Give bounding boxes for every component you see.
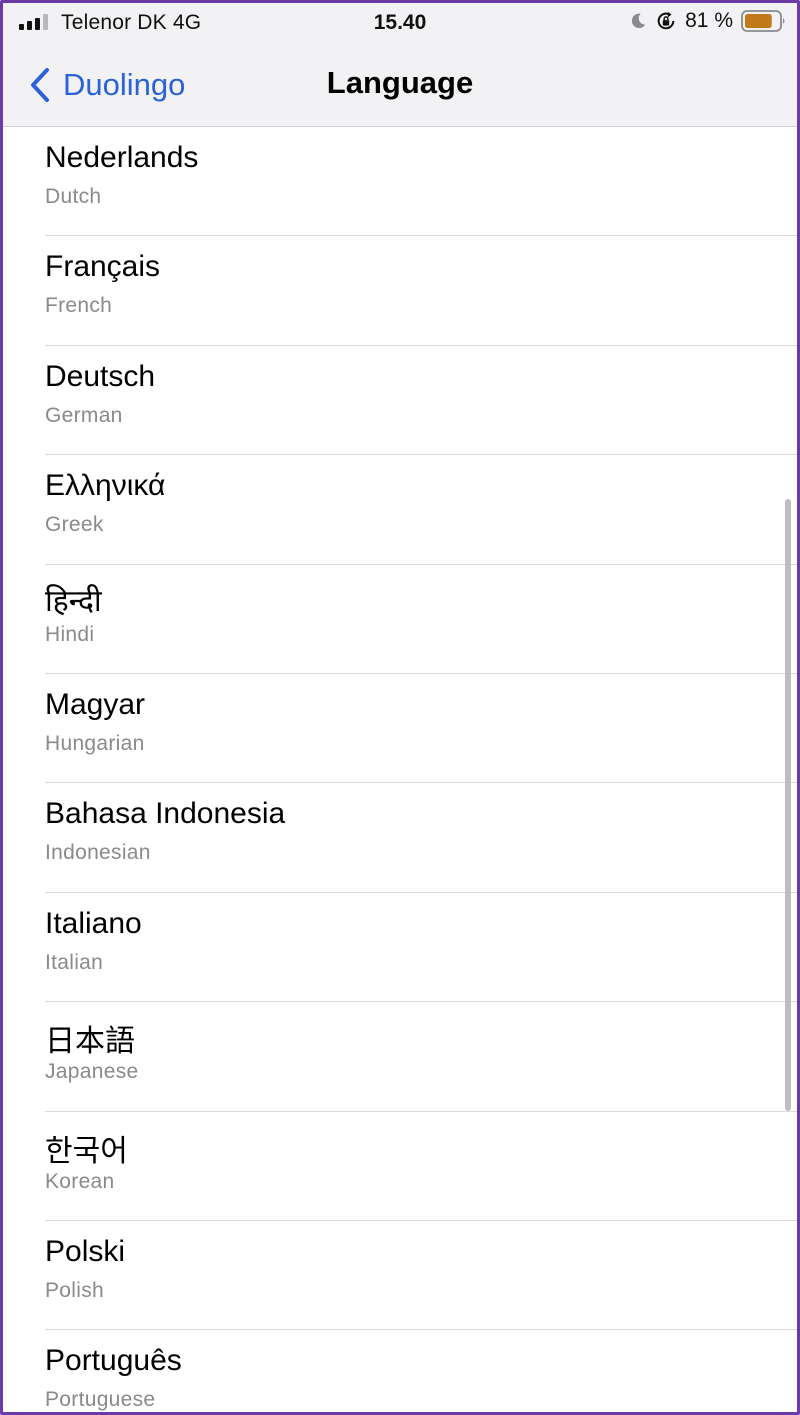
moon-icon	[632, 13, 646, 29]
status-bar: Telenor DK 4G 15.40 81 %	[3, 3, 797, 43]
language-row-content: Português Portuguese	[45, 1330, 797, 1412]
language-english-name: Korean	[45, 1169, 115, 1193]
language-english-name: Hungarian	[45, 731, 145, 755]
language-row[interactable]: Français French	[3, 236, 797, 346]
language-row[interactable]: Polski Polish	[3, 1221, 797, 1331]
language-native-name: Italiano	[45, 906, 142, 940]
language-native-name: Ελληνικά	[45, 469, 166, 503]
language-native-name: 日本語	[45, 1025, 135, 1059]
language-english-name: German	[45, 403, 123, 427]
language-row[interactable]: 한국어 Korean	[3, 1112, 797, 1221]
language-native-name: Bahasa Indonesia	[45, 797, 286, 831]
language-row-content: Français French	[45, 236, 797, 346]
language-row-content: Polski Polish	[45, 1221, 797, 1331]
language-row[interactable]: 日本語 Japanese	[3, 1002, 797, 1112]
language-row[interactable]: Deutsch German	[3, 346, 797, 456]
scroll-indicator[interactable]	[785, 499, 791, 1111]
language-english-name: Japanese	[45, 1060, 139, 1084]
language-native-name: Nederlands	[45, 141, 199, 174]
language-row[interactable]: हिन्दी Hindi	[3, 565, 797, 674]
language-row[interactable]: Magyar Hungarian	[3, 674, 797, 784]
language-english-name: Polish	[45, 1278, 104, 1302]
language-row[interactable]: Português Portuguese	[3, 1330, 797, 1412]
phone-screen: Telenor DK 4G 15.40 81 % Duolingo Langua…	[0, 0, 800, 1415]
language-row-content: Nederlands Dutch	[45, 127, 797, 237]
language-native-name: हिन्दी	[45, 584, 102, 618]
language-english-name: Indonesian	[45, 841, 151, 865]
language-native-name: Français	[45, 250, 161, 284]
language-english-name: Portuguese	[45, 1388, 156, 1412]
page-title: Language	[326, 65, 474, 100]
language-native-name: Magyar	[45, 687, 146, 721]
battery-icon	[741, 10, 785, 32]
language-row[interactable]: Ελληνικά Greek	[3, 455, 797, 565]
language-native-name: 한국어	[45, 1134, 128, 1168]
language-row[interactable]: Bahasa Indonesia Indonesian	[3, 783, 797, 893]
language-row-content: Ελληνικά Greek	[45, 455, 797, 565]
language-english-name: French	[45, 294, 113, 318]
language-native-name: Português	[45, 1344, 182, 1378]
orientation-lock-icon	[657, 11, 675, 30]
language-row[interactable]: Nederlands Dutch	[3, 127, 797, 237]
language-row-content: Italiano Italian	[45, 893, 797, 1003]
language-native-name: Polski	[45, 1234, 126, 1268]
language-row-content: हिन्दी Hindi	[45, 565, 797, 674]
navigation-bar: Duolingo Language	[3, 43, 797, 127]
language-row-content: Deutsch German	[45, 346, 797, 456]
language-row-content: Bahasa Indonesia Indonesian	[45, 783, 797, 893]
language-english-name: Greek	[45, 513, 104, 537]
language-english-name: Italian	[45, 950, 104, 974]
language-english-name: Hindi	[45, 622, 95, 646]
battery-percent: 81 %	[685, 9, 733, 32]
language-row-content: Magyar Hungarian	[45, 674, 797, 784]
language-row[interactable]: Italiano Italian	[3, 893, 797, 1003]
language-row-content: 日本語 Japanese	[45, 1002, 797, 1112]
language-list: Nederlands Dutch Français French Deutsch Germ…	[3, 127, 797, 1412]
language-row-content: 한국어 Korean	[45, 1112, 797, 1221]
language-native-name: Deutsch	[45, 359, 156, 393]
language-english-name: Dutch	[45, 185, 102, 208]
